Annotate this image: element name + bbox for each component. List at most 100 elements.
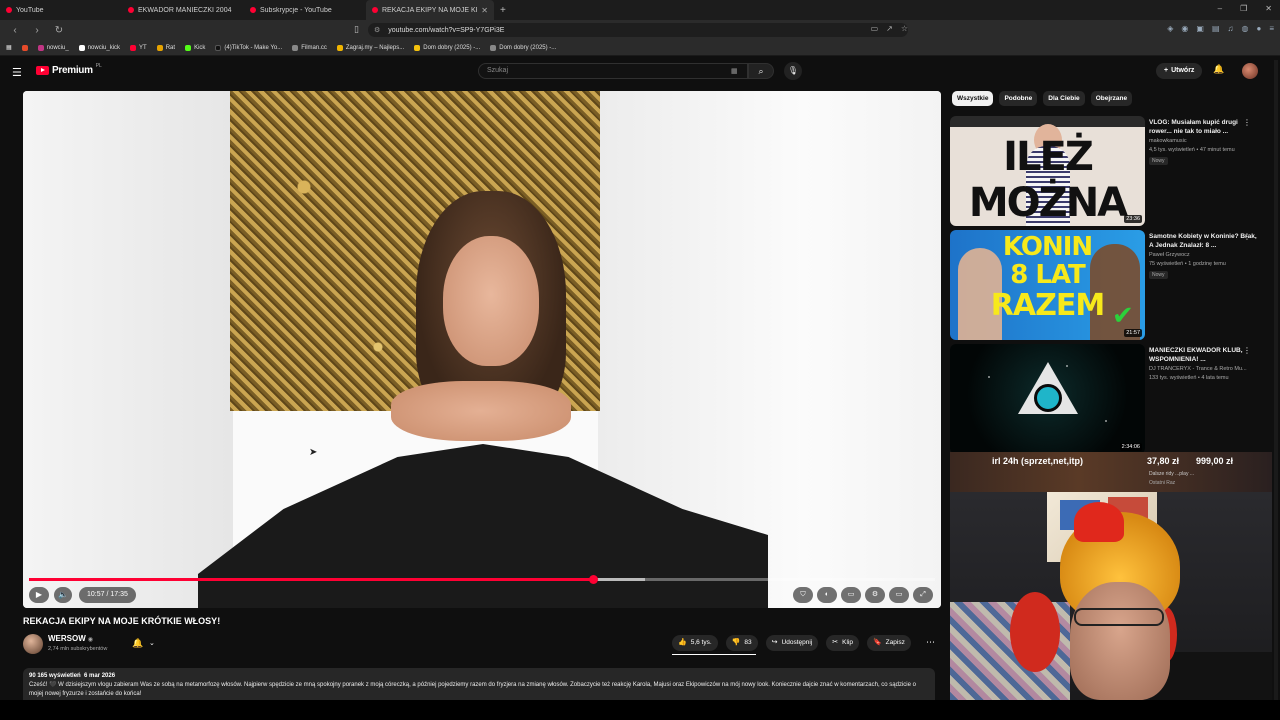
- settings-button[interactable]: ⚙: [865, 587, 885, 603]
- puzzle-icon[interactable]: ▣: [1196, 24, 1204, 33]
- fullscreen-button[interactable]: ⤢: [913, 587, 933, 603]
- forward-icon[interactable]: ›: [30, 25, 44, 36]
- film-icon: [414, 44, 421, 51]
- back-icon[interactable]: ‹: [8, 25, 22, 36]
- notifications-bell-icon[interactable]: 🔔: [1213, 64, 1224, 75]
- hamburger-menu-icon[interactable]: ☰: [12, 66, 22, 79]
- chip-watched[interactable]: Obejrzane: [1090, 91, 1133, 106]
- sponsorblock-button[interactable]: ⛉: [793, 587, 813, 603]
- video-thumbnail[interactable]: 2:34:06: [950, 344, 1145, 454]
- music-icon[interactable]: ♫: [1228, 24, 1234, 33]
- browser-tab[interactable]: YouTube: [0, 0, 122, 20]
- progress-bar[interactable]: [29, 575, 935, 584]
- subtitles-button[interactable]: ▭: [841, 587, 861, 603]
- menu-icon[interactable]: ≡: [1269, 24, 1274, 33]
- play-icon: ▶: [35, 590, 43, 599]
- toggle-icon: ◐: [824, 591, 830, 598]
- chip-all[interactable]: Wszystkie: [952, 91, 994, 106]
- recommendation-title[interactable]: VLOG: Musiałam kupić drugi rower... nie …: [1149, 118, 1257, 136]
- browser-tab[interactable]: EKWADOR MANIECZKI 2004: [122, 0, 244, 20]
- mute-button[interactable]: 🔈: [54, 587, 72, 603]
- account-avatar[interactable]: [1242, 63, 1258, 79]
- bookmark-item[interactable]: YT: [130, 44, 147, 51]
- star-icon[interactable]: ☆: [901, 24, 908, 33]
- channel-avatar[interactable]: [23, 634, 43, 654]
- close-tab-icon[interactable]: ✕: [481, 6, 488, 15]
- player-controls-right: ⛉ ◐ ▭ ⚙ ▭ ⤢: [793, 587, 933, 603]
- bottom-strip: [0, 700, 1280, 720]
- subscription-bell-icon[interactable]: 🔔: [132, 638, 143, 649]
- save-button[interactable]: 🔖 Zapisz: [866, 635, 911, 651]
- bookmark-item[interactable]: nowciu_: [37, 44, 69, 51]
- site-info-icon[interactable]: ⚙: [374, 26, 380, 34]
- share-icon[interactable]: ↗: [886, 24, 893, 33]
- reload-icon[interactable]: ↻: [52, 25, 66, 36]
- video-thumbnail[interactable]: KONIN 8 LAT RAZEM ✔ 21:57: [950, 230, 1145, 340]
- channel-name[interactable]: WERSOW ◉: [48, 634, 93, 643]
- sidebar-icon[interactable]: ▤: [1212, 24, 1220, 33]
- more-options-icon[interactable]: ⋮: [1243, 346, 1251, 355]
- maximize-icon[interactable]: ❐: [1240, 4, 1247, 13]
- close-window-icon[interactable]: ✕: [1265, 4, 1272, 13]
- share-button[interactable]: ↪ Udostępnij: [765, 635, 819, 651]
- recommendation-channel[interactable]: Paweł Grzywocz: [1149, 252, 1190, 258]
- theater-mode-button[interactable]: ▭: [889, 587, 909, 603]
- recommendation-meta: 75 wyświetleń • 1 godzinę temu: [1149, 261, 1226, 267]
- extension-icon[interactable]: ◉: [1181, 24, 1188, 33]
- recommendation-title[interactable]: Samotne Kobiety w Koninie? Brak, A Jedna…: [1149, 232, 1257, 250]
- create-button[interactable]: + Utwórz: [1156, 63, 1203, 79]
- recommendation-channel[interactable]: DJ TRANCERYX - Trance & Retro Mu...: [1149, 366, 1247, 372]
- goal-target: 999,00 zł: [1196, 456, 1234, 466]
- youtube-icon: [130, 44, 137, 51]
- video-thumbnail[interactable]: ILEŻ MOŻNA 23:36: [950, 116, 1145, 226]
- new-badge: Nowy: [1149, 271, 1168, 279]
- recommendation-item[interactable]: ILEŻ MOŻNA 23:36 VLOG: Musiałam kupić dr…: [950, 116, 1272, 226]
- bookmark-item[interactable]: (4)TikTok - Make Yo...: [215, 44, 282, 51]
- more-actions-icon[interactable]: ⋯: [926, 637, 935, 648]
- voice-search-button[interactable]: 🎙: [784, 62, 802, 80]
- bookmark-item[interactable]: Kick: [185, 44, 205, 51]
- like-button[interactable]: 👍 5,6 tys.: [672, 635, 718, 651]
- video-player[interactable]: ➤ ▶ 🔈 10:57 / 17:35 ⛉ ◐ ▭ ⚙ ▭ ⤢: [23, 91, 941, 608]
- duration-badge: 2:34:06: [1119, 443, 1142, 451]
- video-frame-person: [443, 236, 539, 366]
- autoplay-toggle[interactable]: ◐: [817, 587, 837, 603]
- recommendation-channel[interactable]: makowkamusic: [1149, 138, 1187, 144]
- play-button[interactable]: ▶: [29, 587, 49, 603]
- more-options-icon[interactable]: ⋮: [1243, 118, 1251, 127]
- bookmark-item[interactable]: Zagraj.my – Najleps...: [336, 44, 404, 51]
- recommendation-item[interactable]: 2:34:06 MANIECZKI EKWADOR KLUB, WSPOMNIE…: [950, 344, 1272, 454]
- recommendation-item[interactable]: KONIN 8 LAT RAZEM ✔ 21:57 Samotne Kobiet…: [950, 230, 1272, 340]
- dislike-button[interactable]: 👎 83: [725, 635, 758, 651]
- more-options-icon[interactable]: ⋮: [1243, 232, 1251, 241]
- bookmark-icon[interactable]: ▯: [354, 24, 359, 35]
- bookmark-item[interactable]: [21, 44, 28, 51]
- browser-tab-active[interactable]: REKACJA EKIPY NA MOJE KRÓTK✕: [366, 0, 494, 20]
- minimize-icon[interactable]: –: [1218, 4, 1222, 13]
- extension-icon[interactable]: ◈: [1167, 24, 1173, 33]
- search-button[interactable]: ⌕: [748, 63, 774, 79]
- bookmark-item[interactable]: Dom dobry (2025) -...: [490, 44, 556, 51]
- bookmark-item[interactable]: Filman.cc: [292, 44, 327, 51]
- clip-button[interactable]: ✂ Klip: [826, 635, 859, 651]
- url-text: youtube.com/watch?v=SP9-Y7GPi3E: [388, 26, 505, 34]
- youtube-premium-logo[interactable]: Premium PL: [36, 63, 102, 76]
- search-input[interactable]: Szukaj: [478, 63, 748, 79]
- page-scrollbar[interactable]: [1274, 60, 1278, 700]
- bookmark-item[interactable]: Dom dobry (2025) -...: [414, 44, 480, 51]
- wallet-icon[interactable]: ◍: [1242, 24, 1249, 33]
- extension-icons: ◈ ◉ ▣ ▤ ♫ ◍ ● ≡: [1167, 24, 1274, 33]
- bookmark-item[interactable]: nowciu_kick: [78, 44, 120, 51]
- chevron-down-icon[interactable]: ⌄: [149, 639, 155, 647]
- chip-related[interactable]: Podobne: [999, 91, 1038, 106]
- chip-for-you[interactable]: Dla Ciebie: [1043, 91, 1085, 106]
- new-tab-icon[interactable]: +: [500, 5, 506, 16]
- browser-tab[interactable]: Subskrypcje - YouTube: [244, 0, 366, 20]
- keyboard-icon[interactable]: ▦: [731, 67, 738, 75]
- url-field[interactable]: ⚙ youtube.com/watch?v=SP9-Y7GPi3E: [368, 23, 908, 37]
- recommendation-title[interactable]: MANIECZKI EKWADOR KLUB, WSPOMNIENIA! ...: [1149, 346, 1257, 364]
- install-app-icon[interactable]: ▭: [871, 24, 879, 33]
- bookmark-item[interactable]: Rat: [156, 44, 175, 51]
- apps-icon[interactable]: ▦: [6, 44, 12, 51]
- profile-icon[interactable]: ●: [1256, 24, 1261, 33]
